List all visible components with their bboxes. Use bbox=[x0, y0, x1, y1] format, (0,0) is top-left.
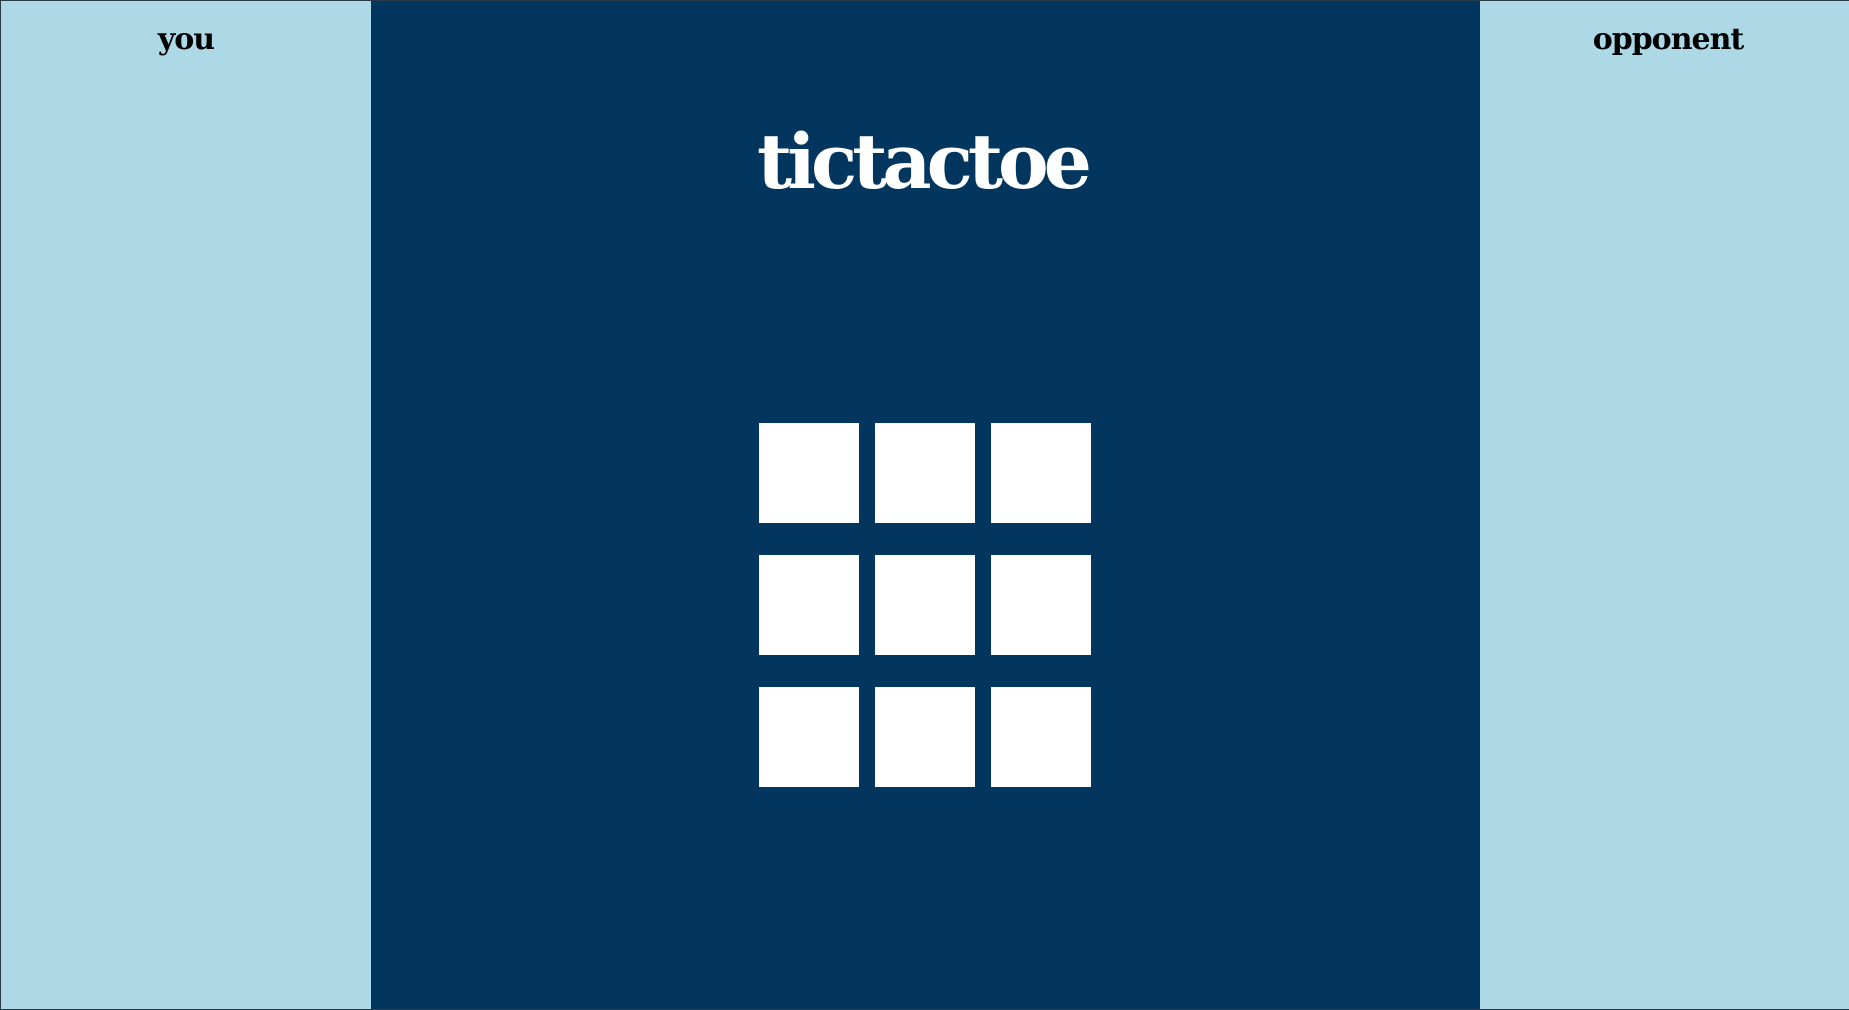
you-panel: you bbox=[1, 1, 371, 1009]
game-title: tictactoe bbox=[757, 116, 1092, 206]
opponent-label: opponent bbox=[1592, 22, 1745, 57]
cell-row1-col1[interactable] bbox=[759, 423, 859, 523]
cell-row3-col1[interactable] bbox=[759, 687, 859, 787]
cell-row3-col2[interactable] bbox=[875, 687, 975, 787]
cell-row1-col3[interactable] bbox=[991, 423, 1091, 523]
game-board-area: tictactoe bbox=[371, 1, 1480, 1009]
cell-row1-col2[interactable] bbox=[875, 423, 975, 523]
you-label: you bbox=[157, 22, 215, 57]
opponent-panel: opponent bbox=[1480, 1, 1849, 1009]
cell-row3-col3[interactable] bbox=[991, 687, 1091, 787]
cell-row2-col2[interactable] bbox=[875, 555, 975, 655]
tictactoe-app: you tictactoe opponent bbox=[0, 0, 1849, 1010]
tictactoe-grid bbox=[759, 423, 1092, 788]
cell-row2-col3[interactable] bbox=[991, 555, 1091, 655]
cell-row2-col1[interactable] bbox=[759, 555, 859, 655]
